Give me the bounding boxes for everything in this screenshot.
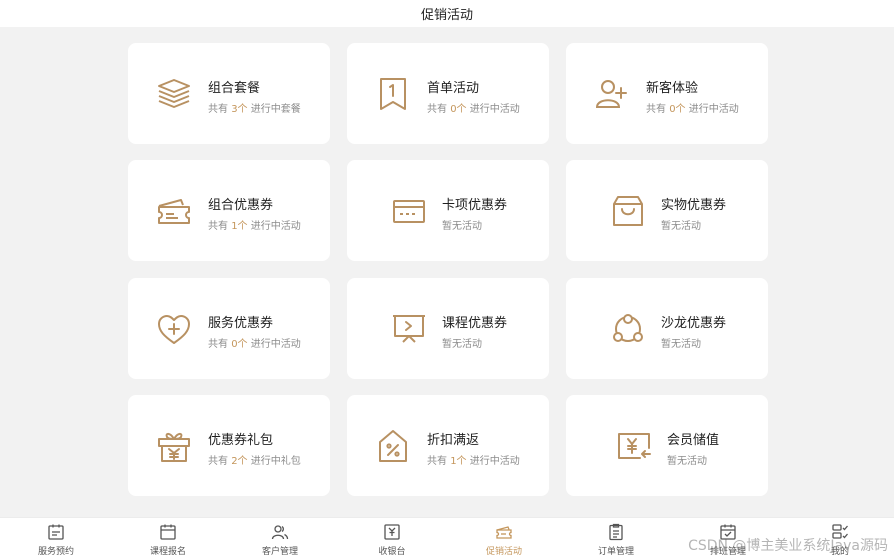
card-name: 服务优惠券 [208,316,274,331]
card-status: 暂无活动 [442,221,482,232]
card-name: 优惠券礼包 [208,433,274,448]
tab-label: 收银台 [378,547,406,557]
heart-plus-icon [156,311,192,347]
add-user-icon [594,76,630,112]
ticket-icon [495,523,513,541]
card-service-coupon[interactable]: 服务优惠券 共有 0个 进行中活动 [128,278,330,379]
cashier-icon [383,523,401,541]
card-status: 共有 0个 进行中活动 [208,339,301,350]
card-new-customer[interactable]: 新客体验 共有 0个 进行中活动 [566,43,768,144]
card-name: 课程优惠券 [442,316,508,331]
watermark: CSDN @博主美业系统Java源码 [688,538,888,554]
tab-label: 客户管理 [261,547,298,557]
card-status: 暂无活动 [661,339,701,350]
presentation-icon [391,311,427,347]
tab-service-booking[interactable]: 服务预约 [11,518,101,560]
card-discount-rebate[interactable]: 折扣满返 共有 1个 进行中活动 [347,395,549,496]
clipboard-icon [607,523,625,541]
bag-icon [610,193,646,229]
card-status: 共有 0个 进行中活动 [646,104,739,115]
stored-value-icon [616,428,652,464]
tab-customer-management[interactable]: 客户管理 [235,518,325,560]
card-name: 首单活动 [427,81,480,96]
card-first-order[interactable]: 首单活动 共有 0个 进行中活动 [347,43,549,144]
gift-icon [156,428,192,464]
card-status: 共有 1个 进行中活动 [208,221,301,232]
card-card-coupon[interactable]: 卡项优惠券 暂无活动 [347,160,549,261]
users-icon [271,523,289,541]
calendar-list-icon [47,523,65,541]
card-physical-coupon[interactable]: 实物优惠券 暂无活动 [566,160,768,261]
card-name: 组合优惠券 [208,198,274,213]
card-name: 沙龙优惠券 [661,316,727,331]
tab-label: 服务预约 [37,547,74,557]
card-name: 卡项优惠券 [442,198,508,213]
tab-order-management[interactable]: 订单管理 [571,518,661,560]
card-name: 组合套餐 [208,81,261,96]
card-status: 共有 0个 进行中活动 [427,104,520,115]
tab-label: 促销活动 [485,547,522,557]
card-status: 共有 3个 进行中套餐 [208,104,301,115]
card-name: 实物优惠券 [661,198,727,213]
calendar-icon [159,523,177,541]
ticket-icon [156,193,192,229]
card-status: 暂无活动 [661,221,701,232]
card-status: 暂无活动 [442,339,482,350]
card-combo-coupon[interactable]: 组合优惠券 共有 1个 进行中活动 [128,160,330,261]
tab-cashier[interactable]: 收银台 [347,518,437,560]
tab-label: 订单管理 [597,547,634,557]
tab-promotions[interactable]: 促销活动 [459,518,549,560]
card-salon-coupon[interactable]: 沙龙优惠券 暂无活动 [566,278,768,379]
card-member-stored-value[interactable]: 会员储值 暂无活动 [566,395,768,496]
tab-course-signup[interactable]: 课程报名 [123,518,213,560]
card-name: 会员储值 [667,433,720,448]
promotion-grid: 组合套餐 共有 3个 进行中套餐 首单活动 共有 0个 进行中活动 新客体验 共… [0,0,894,560]
layers-icon [156,76,192,112]
card-coupon-pack[interactable]: 优惠券礼包 共有 2个 进行中礼包 [128,395,330,496]
discount-tag-icon [375,428,411,464]
first-order-icon [375,76,411,112]
card-combo-package[interactable]: 组合套餐 共有 3个 进行中套餐 [128,43,330,144]
card-course-coupon[interactable]: 课程优惠券 暂无活动 [347,278,549,379]
card-name: 折扣满返 [427,433,480,448]
card-status: 暂无活动 [667,456,707,467]
card-icon [391,193,427,229]
tab-label: 课程报名 [149,547,186,557]
card-name: 新客体验 [646,81,699,96]
card-status: 共有 2个 进行中礼包 [208,456,301,467]
salon-icon [610,311,646,347]
card-status: 共有 1个 进行中活动 [427,456,520,467]
